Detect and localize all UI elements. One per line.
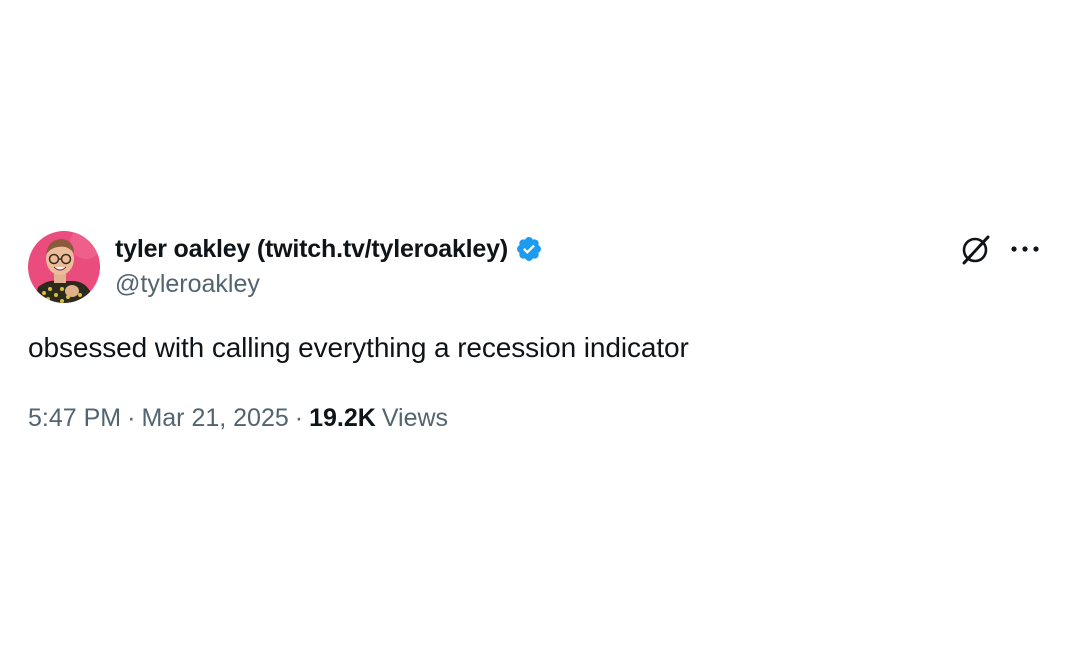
author-display-name[interactable]: tyler oakley (twitch.tv/tyleroakley) xyxy=(115,235,508,264)
separator-dot: · xyxy=(127,404,136,432)
avatar[interactable] xyxy=(28,231,100,303)
verified-badge-icon[interactable] xyxy=(515,235,543,263)
views-label: Views xyxy=(381,404,449,432)
tweet-text: obsessed with calling everything a reces… xyxy=(28,332,689,363)
views-count[interactable]: 19.2K xyxy=(309,404,376,433)
more-options-icon[interactable] xyxy=(1008,236,1042,262)
grok-icon[interactable] xyxy=(958,232,994,268)
author-handle[interactable]: @tyleroakley xyxy=(115,270,260,299)
tweet-card: tyler oakley (twitch.tv/tyleroakley) @ty… xyxy=(0,0,1080,648)
tweet-time[interactable]: 5:47 PM xyxy=(28,404,121,433)
tweet-date[interactable]: Mar 21, 2025 xyxy=(141,404,288,433)
separator-dot: · xyxy=(294,404,304,432)
tweet-metadata: 5:47 PM · Mar 21, 2025 · 19.2K Views xyxy=(28,404,448,433)
avatar-image xyxy=(28,231,100,303)
author-name-row: tyler oakley (twitch.tv/tyleroakley) xyxy=(115,232,543,266)
